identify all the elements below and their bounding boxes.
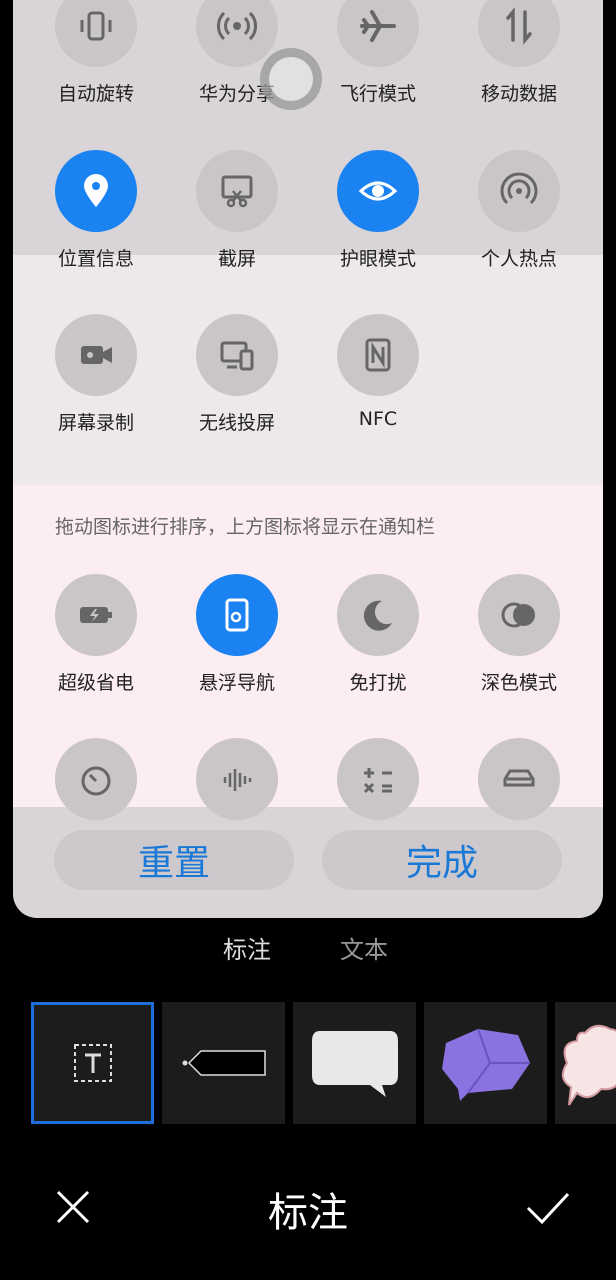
text-box-style[interactable]: [31, 1002, 154, 1124]
location-icon: [55, 150, 137, 232]
toggle-label: 超级省电: [57, 672, 134, 694]
toggle-label: 深色模式: [480, 672, 557, 694]
toggle-label: 无线投屏: [198, 412, 275, 434]
eye-icon: [337, 150, 419, 232]
toggle-label: 屏幕录制: [57, 412, 134, 434]
car-icon: [478, 738, 560, 820]
tab-annotation[interactable]: 标注: [223, 930, 271, 965]
cloud-bubble-icon: [561, 1024, 616, 1106]
toggle-wireless-cast[interactable]: 无线投屏: [177, 314, 297, 435]
toggle-floating-nav[interactable]: 悬浮导航: [177, 574, 297, 695]
toggle-label: 护眼模式: [339, 248, 416, 270]
text-box-icon: [73, 1044, 112, 1082]
toggle-screenshot[interactable]: 截屏: [177, 150, 297, 271]
toggle-dark-mode[interactable]: 深色模式: [459, 574, 579, 695]
toggle-label: 位置信息: [57, 248, 134, 270]
speech-bubble-icon: [311, 1031, 398, 1097]
editor-bottom-bar: 标注: [0, 1160, 616, 1250]
cast-screen-icon: [196, 314, 278, 396]
toggle-nfc[interactable]: NFC: [318, 314, 438, 430]
toggle-hotspot[interactable]: 个人热点: [459, 150, 579, 271]
toggle-label: 悬浮导航: [198, 672, 275, 694]
toggle-screen-record[interactable]: 屏幕录制: [36, 314, 156, 435]
toggle-driving[interactable]: [459, 738, 579, 820]
moon-icon: [337, 574, 419, 656]
toggle-mobile-data[interactable]: 移动数据: [459, 0, 579, 106]
toggle-calculator[interactable]: [318, 738, 438, 820]
toggle-label: 个人热点: [480, 248, 557, 270]
airplane-icon: [337, 0, 419, 67]
gem-bubble-icon: [441, 1028, 530, 1101]
editor-tabs: 标注 文本: [0, 930, 616, 970]
sound-wave-icon: [196, 738, 278, 820]
toggle-label: NFC: [358, 408, 398, 430]
screenshot-icon: [196, 150, 278, 232]
float-nav-icon: [196, 574, 278, 656]
toggle-label: 移动数据: [480, 83, 557, 105]
mobile-data-icon: [478, 0, 560, 67]
calculator-icon: [337, 738, 419, 820]
toggle-label: 免打扰: [349, 672, 407, 694]
sort-hint-text: 拖动图标进行排序，上方图标将显示在通知栏: [55, 516, 436, 538]
nfc-icon: [337, 314, 419, 396]
timer-icon: [55, 738, 137, 820]
tab-text[interactable]: 文本: [340, 930, 388, 965]
toggle-label: 自动旋转: [57, 83, 134, 105]
quick-settings-panel: 自动旋转 华为分享 飞行模式 移动数据 位置信息 截屏 护眼模式 个人热点 屏幕…: [13, 0, 603, 918]
toggle-eye-comfort[interactable]: 护眼模式: [318, 150, 438, 271]
gem-bubble-style[interactable]: [424, 1002, 547, 1124]
dark-mode-icon: [478, 574, 560, 656]
reset-button[interactable]: 重置: [54, 830, 294, 890]
done-button[interactable]: 完成: [322, 830, 562, 890]
battery-saver-icon: [55, 574, 137, 656]
cloud-bubble-style[interactable]: [555, 1002, 616, 1124]
toggle-do-not-disturb[interactable]: 免打扰: [318, 574, 438, 695]
toggle-location[interactable]: 位置信息: [36, 150, 156, 271]
toggle-label: 截屏: [217, 248, 256, 270]
annotation-style-strip: [0, 1002, 616, 1126]
tag-style[interactable]: [162, 1002, 285, 1124]
tag-shape-icon: [182, 1050, 266, 1076]
toggle-auto-rotate[interactable]: 自动旋转: [36, 0, 156, 106]
toggle-timer[interactable]: [36, 738, 156, 820]
rotate-icon: [55, 0, 137, 67]
speech-bubble-style[interactable]: [293, 1002, 416, 1124]
share-wave-icon: [196, 0, 278, 67]
toggle-label: 飞行模式: [339, 83, 416, 105]
video-record-icon: [55, 314, 137, 396]
touch-indicator: [260, 48, 322, 110]
toggle-sound[interactable]: [177, 738, 297, 820]
hotspot-icon: [478, 150, 560, 232]
toggle-airplane-mode[interactable]: 飞行模式: [318, 0, 438, 106]
check-icon[interactable]: [522, 1182, 572, 1232]
toggle-power-saver[interactable]: 超级省电: [36, 574, 156, 695]
